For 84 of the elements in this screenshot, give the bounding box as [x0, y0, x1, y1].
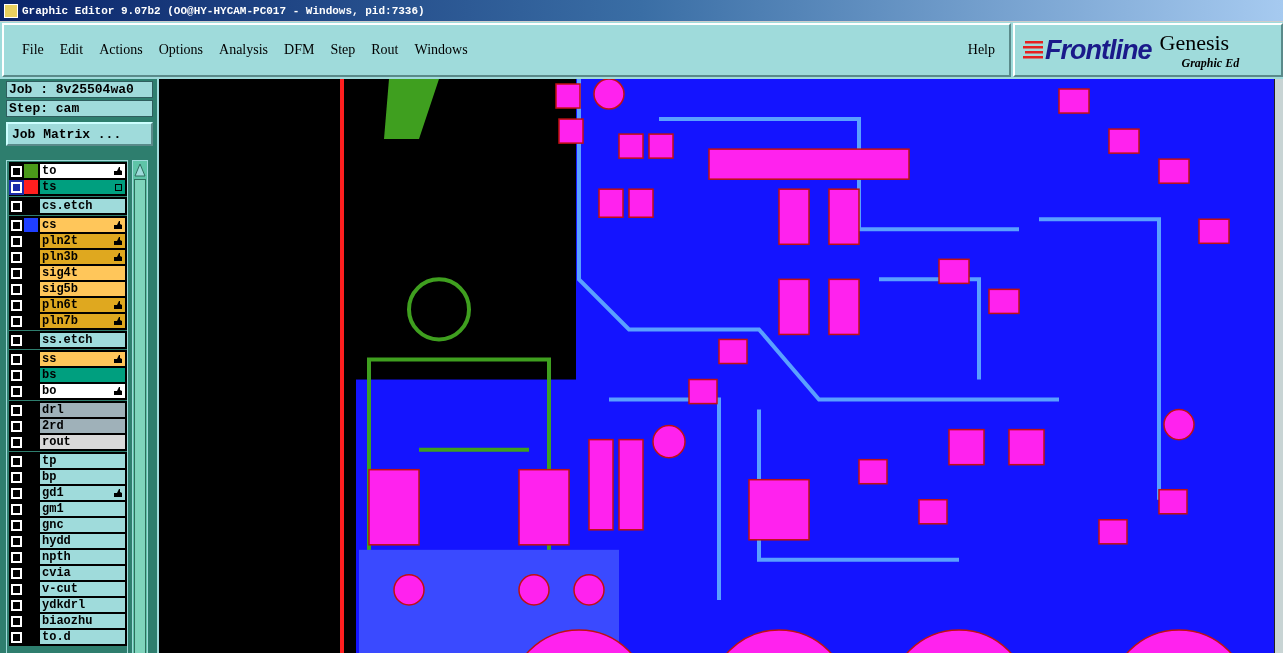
layer-name[interactable]: rout — [40, 435, 125, 449]
layer-name[interactable]: sig5b — [40, 282, 125, 296]
layer-checkbox[interactable] — [11, 369, 22, 381]
layer-name[interactable]: pln6t — [40, 298, 125, 312]
menu-item[interactable]: Analysis — [219, 42, 269, 58]
layer-name[interactable]: cvia — [40, 566, 125, 580]
layer-checkbox[interactable] — [11, 631, 22, 643]
menu-item[interactable]: DFM — [284, 42, 315, 58]
layer-checkbox[interactable] — [11, 219, 22, 231]
grid-icon — [115, 183, 122, 191]
layer-name[interactable]: tp — [40, 454, 125, 468]
menu-item[interactable]: Actions — [99, 42, 143, 58]
layer-name[interactable]: sig4t — [40, 266, 125, 280]
layer-checkbox[interactable] — [11, 283, 22, 295]
product-name: Genesis — [1159, 29, 1230, 56]
layer-checkbox[interactable] — [11, 535, 22, 547]
job-label: Job : 8v25504wa0 — [6, 81, 153, 98]
app-icon — [4, 3, 18, 18]
layer-name[interactable]: cs.etch — [40, 199, 125, 213]
layer-checkbox[interactable] — [11, 353, 22, 365]
color-swatch[interactable] — [24, 180, 38, 194]
layer-checkbox[interactable] — [11, 487, 22, 499]
layer-checkbox[interactable] — [11, 251, 22, 263]
layer-name[interactable]: gd1 — [40, 486, 125, 500]
layer-name[interactable]: 2rd — [40, 419, 125, 433]
layer-name[interactable]: gm1 — [40, 502, 125, 516]
layer-checkbox[interactable] — [11, 334, 22, 346]
layer-checkbox[interactable] — [11, 200, 22, 212]
scroll-thumb[interactable] — [134, 179, 146, 653]
layer-checkbox[interactable] — [11, 299, 22, 311]
step-label: Step: cam — [6, 100, 153, 117]
layer-checkbox[interactable] — [11, 551, 22, 563]
layer-name[interactable]: gnc — [40, 518, 125, 532]
layer-name[interactable]: ss.etch — [40, 333, 125, 347]
layer-name[interactable]: ts — [40, 180, 125, 194]
menu-item[interactable]: Help — [967, 42, 995, 58]
menu-item[interactable]: Rout — [371, 42, 399, 58]
layer-name[interactable]: v-cut — [40, 582, 125, 596]
menu-item[interactable]: File — [22, 42, 44, 58]
layer-name[interactable]: pln3b — [40, 250, 125, 264]
layer-name[interactable]: hydd — [40, 534, 125, 548]
color-swatch[interactable] — [24, 218, 38, 232]
layer-checkbox[interactable] — [11, 267, 22, 279]
layer-name[interactable]: to.d — [40, 630, 125, 644]
layer-checkbox[interactable] — [11, 503, 22, 515]
layer-name[interactable]: bp — [40, 470, 125, 484]
layer-checkbox[interactable] — [11, 420, 22, 432]
product-subtitle: Graphic Ed — [1181, 55, 1240, 71]
scroll-up-icon[interactable] — [134, 163, 146, 177]
layer-checkbox[interactable] — [11, 385, 22, 397]
layer-name[interactable]: cs — [40, 218, 125, 232]
layer-checkbox[interactable] — [11, 315, 22, 327]
layer-checkbox[interactable] — [11, 235, 22, 247]
layer-checkbox[interactable] — [11, 404, 22, 416]
menu-item[interactable]: Options — [158, 42, 204, 58]
layer-name[interactable]: ss — [40, 352, 125, 366]
menu-item[interactable]: Step — [330, 42, 356, 58]
layer-name[interactable]: pln2t — [40, 234, 125, 248]
layer-name[interactable]: ydkdrl — [40, 598, 125, 612]
color-swatch[interactable] — [24, 164, 38, 178]
streaks-icon — [1023, 39, 1043, 61]
layer-name[interactable]: pln7b — [40, 314, 125, 328]
layer-checkbox[interactable] — [11, 583, 22, 595]
layer-name[interactable]: drl — [40, 403, 125, 417]
layer-checkbox[interactable] — [11, 599, 22, 611]
layer-name[interactable]: biaozhu — [40, 614, 125, 628]
layer-checkbox[interactable] — [11, 436, 22, 448]
layer-name[interactable]: npth — [40, 550, 125, 564]
brand-name: Frontline — [1045, 34, 1152, 66]
window-title: Graphic Editor 9.07b2 (OO@HY-HYCAM-PC017 - Windows, pid:7336) — [22, 4, 425, 17]
menu-item[interactable]: Windows — [414, 42, 468, 58]
layer-checkbox[interactable] — [11, 455, 22, 467]
scrollbar[interactable] — [132, 160, 148, 653]
layer-checkbox[interactable] — [11, 165, 22, 177]
menu-item[interactable]: Edit — [59, 42, 84, 58]
layer-checkbox[interactable] — [11, 519, 22, 531]
job-matrix-button[interactable]: Job Matrix ... — [6, 122, 153, 146]
layer-checkbox[interactable] — [11, 567, 22, 579]
layer-name[interactable]: bo — [40, 384, 125, 398]
layer-checkbox[interactable] — [11, 181, 22, 193]
layer-checkbox[interactable] — [11, 615, 22, 627]
layer-checkbox[interactable] — [11, 471, 22, 483]
layer-name[interactable]: to — [40, 164, 125, 178]
layer-name[interactable]: bs — [40, 368, 125, 382]
